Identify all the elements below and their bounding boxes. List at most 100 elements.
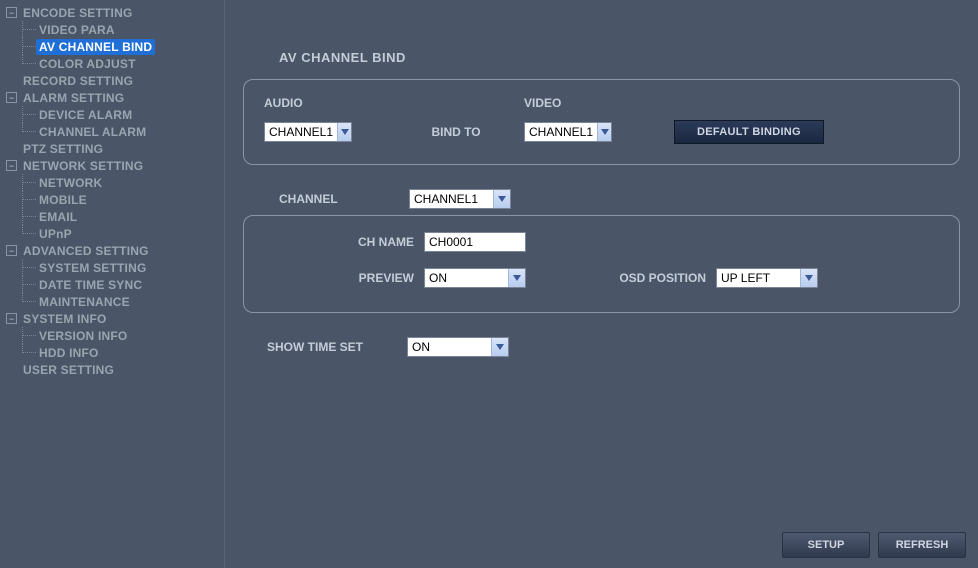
main-content: AV CHANNEL BIND AUDIO VIDEO CHANNEL1 BIN… [225,0,978,568]
tree-connector-icon [16,106,36,123]
tree-connector-icon [16,123,36,140]
setup-button[interactable]: SETUP [782,532,870,558]
audio-label: AUDIO [264,96,414,110]
channel-panel: CH NAME PREVIEW ON OSD POSITION UP LEFT [243,215,960,313]
sidebar-item-label: UPnP [36,226,75,242]
sidebar-item-upnp[interactable]: UPnP [16,225,224,242]
sidebar-item-av-channel-bind[interactable]: AV CHANNEL BIND [16,38,224,55]
tree-connector-icon [16,38,36,55]
dropdown-icon [493,190,510,208]
sidebar-item-ptz-setting[interactable]: PTZ SETTING [6,140,224,157]
sidebar-item-label: DATE TIME SYNC [36,277,145,293]
sidebar-item-channel-alarm[interactable]: CHANNEL ALARM [16,123,224,140]
collapse-icon: − [6,160,17,171]
sidebar-item-label: PTZ SETTING [20,141,106,157]
tree-connector-icon [16,191,36,208]
dropdown-icon [800,269,817,287]
sidebar-item-label: CHANNEL ALARM [36,124,149,140]
tree-connector-icon [16,327,36,344]
show-time-set-select[interactable]: ON [407,337,509,357]
sidebar-item-label: EMAIL [36,209,80,225]
sidebar-item-label: VIDEO PARA [36,22,118,38]
channel-label: CHANNEL [279,192,409,206]
sidebar-item-date-time-sync[interactable]: DATE TIME SYNC [16,276,224,293]
sidebar-item-version-info[interactable]: VERSION INFO [16,327,224,344]
sidebar-item-mobile[interactable]: MOBILE [16,191,224,208]
tree-connector-icon [16,21,36,38]
preview-select-value: ON [425,271,508,285]
sidebar-item-label: HDD INFO [36,345,102,361]
sidebar-item-alarm-setting[interactable]: −ALARM SETTING [6,89,224,106]
dropdown-icon [491,338,508,356]
video-select[interactable]: CHANNEL1 [524,122,612,142]
sidebar-item-email[interactable]: EMAIL [16,208,224,225]
tree-connector-icon [16,225,36,242]
osd-position-select[interactable]: UP LEFT [716,268,818,288]
tree-connector-icon [16,55,36,72]
sidebar-item-device-alarm[interactable]: DEVICE ALARM [16,106,224,123]
sidebar-item-label: NETWORK SETTING [20,158,146,174]
sidebar-item-label: MOBILE [36,192,90,208]
nav-tree: −ENCODE SETTINGVIDEO PARAAV CHANNEL BIND… [6,4,224,378]
bind-to-label: BIND TO [414,125,524,139]
sidebar-item-encode-setting[interactable]: −ENCODE SETTING [6,4,224,21]
audio-select-value: CHANNEL1 [265,125,337,139]
channel-select[interactable]: CHANNEL1 [409,189,511,209]
sidebar-item-hdd-info[interactable]: HDD INFO [16,344,224,361]
refresh-button[interactable]: REFRESH [878,532,966,558]
sidebar-item-label: USER SETTING [20,362,117,378]
preview-label: PREVIEW [314,271,414,285]
collapse-icon: − [6,92,17,103]
sidebar-item-advanced-setting[interactable]: −ADVANCED SETTING [6,242,224,259]
page-title: AV CHANNEL BIND [279,50,960,65]
sidebar-item-label: MAINTENANCE [36,294,133,310]
sidebar-item-label: RECORD SETTING [20,73,136,89]
sidebar-item-label: SYSTEM INFO [20,311,110,327]
sidebar-item-label: SYSTEM SETTING [36,260,149,276]
video-select-value: CHANNEL1 [525,125,597,139]
osd-position-label: OSD POSITION [576,271,706,285]
sidebar-item-network-setting[interactable]: −NETWORK SETTING [6,157,224,174]
video-label: VIDEO [524,96,644,110]
show-time-set-value: ON [408,340,491,354]
dropdown-icon [337,123,351,141]
sidebar-item-label: DEVICE ALARM [36,107,135,123]
sidebar-item-label: ADVANCED SETTING [20,243,152,259]
sidebar-item-label: COLOR ADJUST [36,56,139,72]
dropdown-icon [597,123,611,141]
audio-select[interactable]: CHANNEL1 [264,122,352,142]
channel-select-value: CHANNEL1 [410,192,493,206]
tree-connector-icon [16,293,36,310]
sidebar-item-maintenance[interactable]: MAINTENANCE [16,293,224,310]
tree-connector-icon [16,174,36,191]
tree-connector-icon [16,344,36,361]
sidebar-item-system-info[interactable]: −SYSTEM INFO [6,310,224,327]
osd-position-value: UP LEFT [717,271,800,285]
collapse-icon: − [6,7,17,18]
sidebar-item-label: ALARM SETTING [20,90,127,106]
collapse-icon: − [6,313,17,324]
tree-connector-icon [16,276,36,293]
tree-connector-icon [16,259,36,276]
show-time-set-label: SHOW TIME SET [267,340,407,354]
ch-name-field[interactable] [424,232,526,252]
sidebar-item-user-setting[interactable]: USER SETTING [6,361,224,378]
sidebar-item-system-setting[interactable]: SYSTEM SETTING [16,259,224,276]
sidebar-item-label: NETWORK [36,175,105,191]
sidebar-item-label: VERSION INFO [36,328,130,344]
ch-name-label: CH NAME [314,235,414,249]
dropdown-icon [508,269,525,287]
collapse-icon: − [6,245,17,256]
footer-buttons: SETUP REFRESH [782,532,966,558]
bind-panel: AUDIO VIDEO CHANNEL1 BIND TO CHANNEL1 DE… [243,79,960,165]
default-binding-button[interactable]: DEFAULT BINDING [674,120,824,144]
sidebar-item-label: AV CHANNEL BIND [36,39,155,55]
sidebar-item-network[interactable]: NETWORK [16,174,224,191]
sidebar: −ENCODE SETTINGVIDEO PARAAV CHANNEL BIND… [0,0,225,568]
sidebar-item-label: ENCODE SETTING [20,5,135,21]
preview-select[interactable]: ON [424,268,526,288]
sidebar-item-video-para[interactable]: VIDEO PARA [16,21,224,38]
sidebar-item-record-setting[interactable]: RECORD SETTING [6,72,224,89]
sidebar-item-color-adjust[interactable]: COLOR ADJUST [16,55,224,72]
tree-connector-icon [16,208,36,225]
